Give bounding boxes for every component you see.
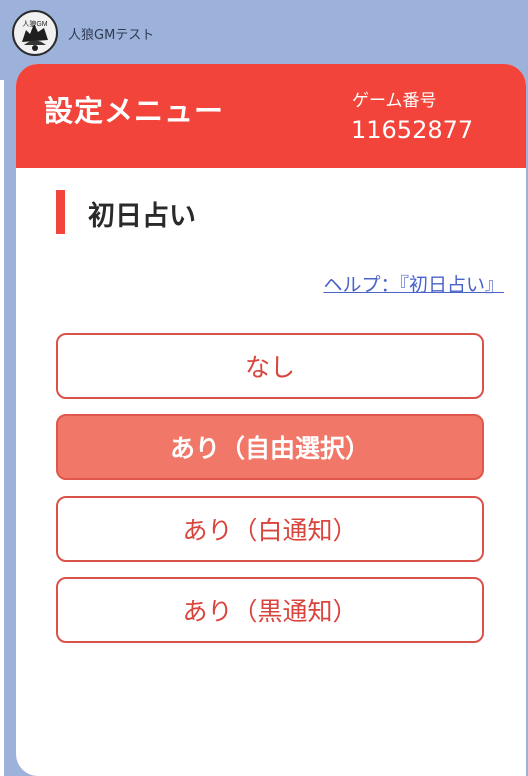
- adjacent-message-edge: [0, 80, 4, 776]
- option-none-button[interactable]: なし: [56, 333, 484, 399]
- avatar[interactable]: 人狼GM: [12, 10, 58, 56]
- settings-card: 設定メニュー ゲーム番号 11652877 初日占い ヘルプ：『初日占い』 なし…: [16, 64, 526, 776]
- game-number: 11652877: [351, 116, 474, 144]
- menu-title: 設定メニュー: [44, 94, 225, 128]
- option-free-choice-button[interactable]: あり（自由選択）: [56, 414, 484, 480]
- svg-text:人狼GM: 人狼GM: [22, 19, 47, 28]
- message-sender: 人狼GM 人狼GMテスト: [12, 10, 154, 56]
- section-accent-bar: [56, 190, 65, 234]
- card-header: 設定メニュー ゲーム番号 11652877: [16, 64, 526, 168]
- section-title: 初日占い: [88, 201, 196, 232]
- wolf-logo-icon: 人狼GM: [15, 13, 55, 53]
- game-number-label: ゲーム番号: [352, 91, 437, 111]
- option-black-notice-button[interactable]: あり（黒通知）: [56, 577, 484, 643]
- sender-name: 人狼GMテスト: [68, 27, 155, 43]
- option-white-notice-button[interactable]: あり（白通知）: [56, 496, 484, 562]
- help-link[interactable]: ヘルプ：『初日占い』: [323, 270, 504, 297]
